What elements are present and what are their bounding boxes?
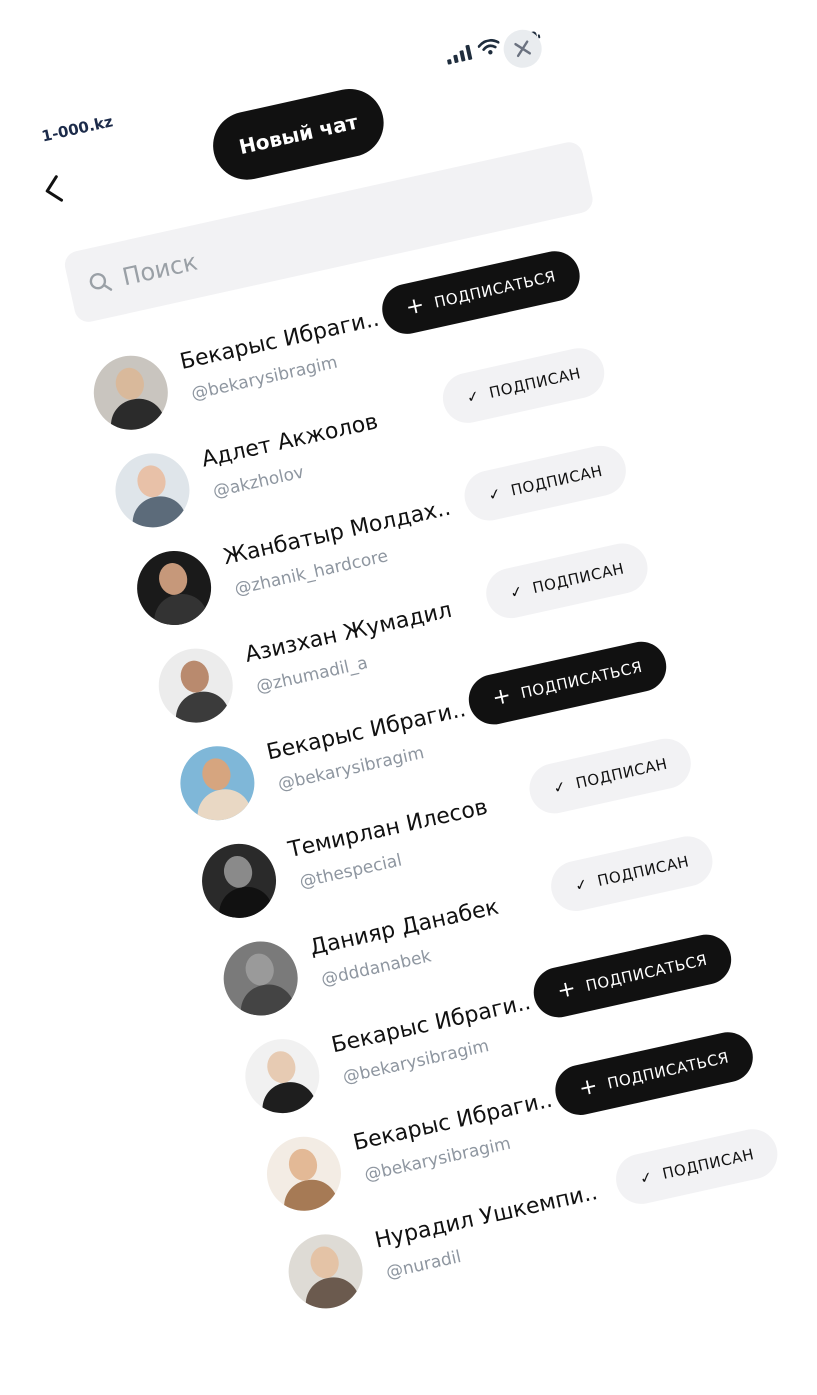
avatar[interactable] [281,1227,370,1316]
user-handle: @nuradil [384,1247,464,1284]
avatar-head [285,1146,321,1184]
avatar-body [279,1174,341,1218]
check-icon: ✓ [465,386,482,407]
avatar-body [300,1272,363,1316]
check-icon: ✓ [573,874,590,896]
plus-icon: + [490,682,514,712]
close-button[interactable] [499,26,546,72]
avatar[interactable] [194,836,284,925]
followed-label: ПОДПИСАН [509,461,605,500]
user-list: Бекарыс Ибраги.. @bekarysibragim + ПОДПИ… [83,226,817,1324]
plus-icon: + [403,292,428,321]
avatar[interactable] [86,348,175,437]
avatar-head [177,657,212,696]
user-name: Адлет Акжолов [199,409,381,473]
avatar-body [257,1077,319,1121]
follow-label: ПОДПИСАТЬСЯ [605,1048,731,1093]
avatar-body [235,979,298,1023]
avatar-head [134,462,169,500]
avatar[interactable] [151,641,240,730]
back-button[interactable] [35,172,71,208]
avatar[interactable] [108,446,197,535]
avatar[interactable] [129,543,219,633]
follow-label: ПОДПИСАТЬСЯ [584,950,709,996]
new-chat-screen: Новый чат Бекарыс Ибраги.. @bekarysibrag… [0,0,817,1395]
check-icon: ✓ [508,581,525,603]
avatar-head [112,365,147,403]
check-icon: ✓ [551,776,569,798]
plus-icon: + [576,1073,601,1102]
page-title: Новый чат [206,82,391,187]
avatar[interactable] [173,739,262,828]
followed-label: ПОДПИСАН [595,852,691,891]
avatar-body [105,393,168,437]
followed-label: ПОДПИСАН [574,754,670,793]
avatar-body [192,784,254,828]
avatar-head [199,755,234,793]
follow-label: ПОДПИСАТЬСЯ [432,267,558,312]
check-icon: ✓ [486,484,504,505]
check-icon: ✓ [638,1167,655,1188]
avatar-head [220,853,256,891]
avatar-body [127,491,189,535]
follow-button[interactable]: + ПОДПИСАТЬСЯ [377,246,585,339]
avatar-head [242,950,277,989]
avatar[interactable] [259,1129,349,1218]
search-icon [89,272,113,291]
plus-icon: + [554,975,579,1005]
avatar-head [156,560,191,598]
user-handle: @akzholov [211,462,306,502]
avatar-body [170,686,233,730]
avatar[interactable] [238,1031,327,1121]
followed-label: ПОДПИСАН [487,364,583,402]
chevron-left-icon [45,175,63,202]
avatar-head [264,1048,299,1086]
close-icon [514,40,532,58]
avatar[interactable] [216,934,305,1023]
avatar-body [149,588,211,633]
followed-label: ПОДПИСАН [530,559,626,598]
avatar-head [307,1243,342,1282]
followed-label: ПОДПИСАН [660,1145,756,1183]
follow-label: ПОДПИСАТЬСЯ [519,657,644,703]
avatar-body [214,881,276,925]
